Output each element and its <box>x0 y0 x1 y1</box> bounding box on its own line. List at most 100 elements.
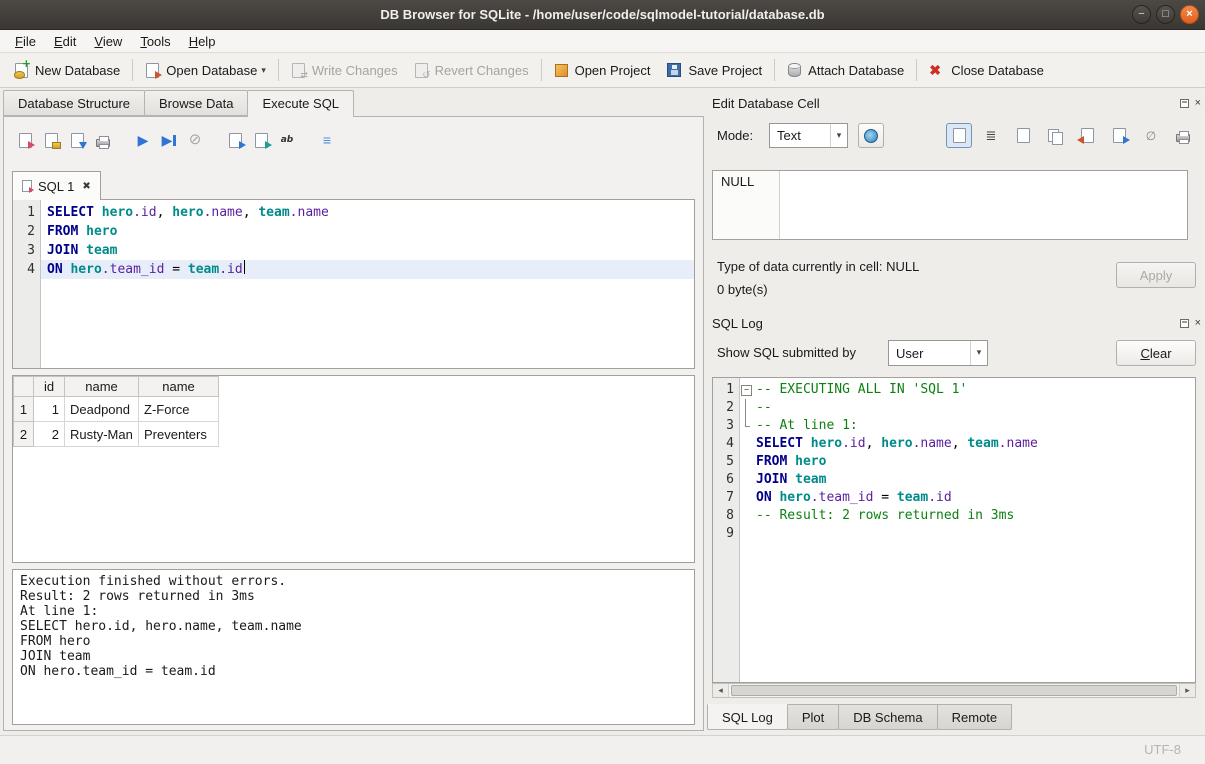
print-cell-button[interactable] <box>1170 123 1196 148</box>
menu-tools[interactable]: Tools <box>131 32 179 51</box>
cell[interactable]: Deadpond <box>65 397 139 422</box>
mode-select[interactable]: Text ▾ <box>769 123 848 148</box>
close-tab-icon[interactable]: ✖ <box>82 181 90 192</box>
filter-label: Show SQL submitted by <box>717 345 856 360</box>
execution-message: Execution finished without errors. Resul… <box>12 569 695 725</box>
float-panel-icon[interactable] <box>1180 319 1189 328</box>
code-line-current: 4 ON hero.team_id = team.id <box>13 260 694 279</box>
open-project-button[interactable]: Open Project <box>546 56 659 84</box>
copy-icon <box>1048 129 1062 143</box>
tab-plot[interactable]: Plot <box>787 704 839 730</box>
cell[interactable]: 1 <box>34 397 65 422</box>
results-grid: id name name 1 1 Deadpond Z-Force 2 2 Ru… <box>12 375 695 563</box>
encoding-label: UTF-8 <box>1144 742 1181 757</box>
menu-help[interactable]: Help <box>180 32 225 51</box>
column-header[interactable]: name <box>65 377 139 397</box>
tab-remote[interactable]: Remote <box>937 704 1013 730</box>
set-null-icon: ∅ <box>1146 128 1156 144</box>
log-line: 9 <box>713 525 1195 543</box>
print-sql-button[interactable] <box>90 128 116 152</box>
open-sql-file-button[interactable] <box>38 128 64 152</box>
tab-browse-data[interactable]: Browse Data <box>144 90 248 116</box>
copy-button[interactable] <box>1042 123 1068 148</box>
apply-button[interactable]: Apply <box>1116 262 1196 288</box>
export-results-icon <box>229 133 242 148</box>
stop-execution-button[interactable]: ⊘ <box>182 128 208 152</box>
float-panel-icon[interactable] <box>1180 99 1189 108</box>
scrollbar-thumb[interactable] <box>731 685 1177 696</box>
cell[interactable]: Rusty-Man <box>65 422 139 447</box>
maximize-button[interactable]: □ <box>1156 5 1175 24</box>
toolbar-separator <box>774 59 775 81</box>
execute-all-button[interactable]: ▶ <box>130 128 156 152</box>
revert-changes-button[interactable]: Revert Changes <box>406 56 537 84</box>
write-changes-button[interactable]: Write Changes <box>283 56 406 84</box>
find-replace-button[interactable]: ab <box>274 128 300 152</box>
tab-sql-log[interactable]: SQL Log <box>707 704 788 730</box>
import-icon <box>1081 128 1094 143</box>
sql-tab[interactable]: SQL 1 ✖ <box>12 171 101 200</box>
write-changes-icon <box>292 63 305 78</box>
scroll-right-icon[interactable]: ▸ <box>1179 684 1195 697</box>
close-window-button[interactable]: × <box>1180 5 1199 24</box>
import-from-file-button[interactable] <box>1074 123 1100 148</box>
log-line: 3 -- At line 1: <box>713 417 1195 435</box>
sql-tab-label: SQL 1 <box>38 179 74 194</box>
titlebar[interactable]: DB Browser for SQLite - /home/user/code/… <box>0 0 1205 30</box>
open-project-icon <box>555 64 568 77</box>
line-number: 3 <box>13 241 40 260</box>
export-results-button[interactable] <box>222 128 248 152</box>
export-to-file-button[interactable] <box>1106 123 1132 148</box>
cell-editor[interactable]: NULL <box>712 170 1188 240</box>
new-database-button[interactable]: New Database <box>6 56 128 84</box>
save-results-button[interactable] <box>248 128 274 152</box>
format-sql-icon: ≡ <box>323 132 331 148</box>
cell[interactable]: Z-Force <box>139 397 219 422</box>
sql-file-icon <box>22 180 32 192</box>
open-database-button[interactable]: Open Database ▾ <box>137 56 274 84</box>
menu-view[interactable]: View <box>85 32 131 51</box>
log-line: 2 -- <box>713 399 1195 417</box>
auto-detect-button[interactable] <box>858 123 884 148</box>
sql-log-view[interactable]: 1 -- EXECUTING ALL IN 'SQL 1' 2 -- 3 -- … <box>712 377 1196 683</box>
tab-execute-sql[interactable]: Execute SQL <box>247 90 354 117</box>
menubar: File Edit View Tools Help <box>0 30 1205 53</box>
save-sql-file-button[interactable] <box>64 128 90 152</box>
open-in-editor-button[interactable] <box>1010 123 1036 148</box>
cell[interactable]: Preventers <box>139 422 219 447</box>
submitter-select[interactable]: User ▾ <box>888 340 988 366</box>
scroll-left-icon[interactable]: ◂ <box>713 684 729 697</box>
menu-file[interactable]: File <box>6 32 45 51</box>
close-database-button[interactable]: ✖ Close Database <box>921 56 1052 84</box>
format-sql-button[interactable]: ≡ <box>314 128 340 152</box>
new-sql-tab-icon <box>19 133 32 148</box>
open-database-caret-icon[interactable]: ▾ <box>261 65 266 76</box>
row-header[interactable]: 1 <box>14 397 34 422</box>
new-sql-tab-button[interactable] <box>12 128 38 152</box>
attach-database-button[interactable]: Attach Database <box>779 56 912 84</box>
text-mode-button[interactable] <box>946 123 972 148</box>
status-bar: UTF-8 <box>0 735 1205 764</box>
save-project-button[interactable]: Save Project <box>658 56 770 84</box>
close-panel-icon[interactable]: × <box>1195 99 1201 108</box>
main-tab-bar: Database Structure Browse Data Execute S… <box>3 90 353 117</box>
execute-current-line-button[interactable]: ▶ <box>156 128 182 152</box>
tab-database-structure[interactable]: Database Structure <box>3 90 145 116</box>
sql-editor[interactable]: 1 SELECT hero.id, hero.name, team.name 2… <box>12 199 695 369</box>
column-header[interactable]: id <box>34 377 65 397</box>
minimize-button[interactable]: − <box>1132 5 1151 24</box>
horizontal-scrollbar[interactable]: ◂ ▸ <box>712 683 1196 698</box>
tab-db-schema[interactable]: DB Schema <box>838 704 937 730</box>
db-browser-window: DB Browser for SQLite - /home/user/code/… <box>0 0 1205 764</box>
menu-edit[interactable]: Edit <box>45 32 85 51</box>
column-header[interactable]: name <box>139 377 219 397</box>
fold-guide-end <box>739 417 753 435</box>
fold-marker-icon[interactable] <box>739 381 753 399</box>
close-panel-icon[interactable]: × <box>1195 319 1201 328</box>
cell[interactable]: 2 <box>34 422 65 447</box>
clear-log-button[interactable]: Clear <box>1116 340 1196 366</box>
row-header[interactable]: 2 <box>14 422 34 447</box>
print-icon <box>1176 134 1190 142</box>
word-wrap-button[interactable]: ≣ <box>978 123 1004 148</box>
set-null-button[interactable]: ∅ <box>1138 123 1164 148</box>
